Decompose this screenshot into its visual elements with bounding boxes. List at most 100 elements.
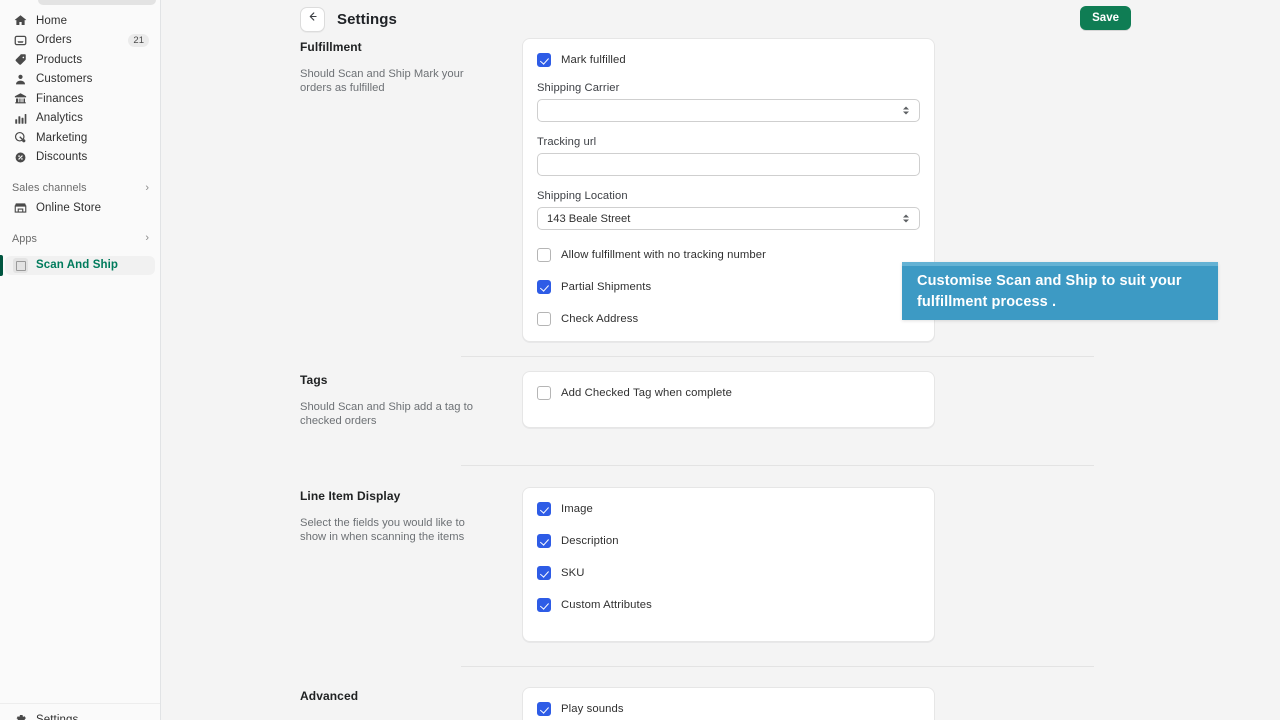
checkbox-box[interactable]: [537, 702, 551, 716]
bar-chart-icon: [12, 110, 28, 126]
orders-count-badge: 21: [128, 34, 149, 47]
fulfillment-card: Mark fulfilled Shipping Carrier Tracking…: [522, 38, 935, 342]
checkbox-label: Partial Shipments: [561, 281, 651, 293]
checkbox-custom-attributes[interactable]: Custom Attributes: [537, 597, 920, 613]
sidebar-item-label: Orders: [36, 33, 72, 47]
sidebar-item-customers[interactable]: Customers: [5, 70, 155, 90]
sidebar-item-scan-and-ship[interactable]: Scan And Ship: [5, 256, 155, 276]
checkbox-allow-no-tracking[interactable]: Allow fulfillment with no tracking numbe…: [537, 247, 920, 263]
checkbox-label: Check Address: [561, 313, 638, 325]
checkbox-box[interactable]: [537, 534, 551, 548]
checkbox-sku[interactable]: SKU: [537, 565, 920, 581]
checkbox-box[interactable]: [537, 248, 551, 262]
checkbox-label: Image: [561, 503, 593, 515]
sidebar-item-label: Home: [36, 14, 67, 28]
sidebar-top-bar: [38, 0, 156, 5]
checkbox-description[interactable]: Description: [537, 533, 920, 549]
save-button[interactable]: Save: [1080, 6, 1131, 30]
checkbox-partial-shipments[interactable]: Partial Shipments: [537, 279, 920, 295]
section-title: Advanced: [300, 689, 502, 703]
chevron-right-icon[interactable]: ›: [145, 233, 149, 244]
checkbox-box[interactable]: [537, 566, 551, 580]
chevron-right-icon[interactable]: ›: [145, 183, 149, 194]
tracking-url-input[interactable]: [537, 153, 920, 176]
back-button[interactable]: [300, 7, 325, 32]
discount-icon: [12, 149, 28, 165]
field-tracking-url: Tracking url: [537, 136, 920, 176]
sidebar-item-online-store[interactable]: Online Store: [5, 198, 155, 218]
sidebar-footer: Settings: [0, 703, 160, 720]
checkbox-box[interactable]: [537, 280, 551, 294]
orders-inbox-icon: [12, 32, 28, 48]
sidebar-group-sales-channels[interactable]: Sales channels ›: [5, 178, 155, 198]
field-label: Tracking url: [537, 136, 920, 148]
shipping-location-select[interactable]: 143 Beale Street: [537, 207, 920, 230]
chevron-updown-icon: [902, 212, 910, 225]
checkbox-label: Allow fulfillment with no tracking numbe…: [561, 249, 766, 261]
home-icon: [12, 13, 28, 29]
megaphone-icon: [12, 130, 28, 146]
checkbox-label: Custom Attributes: [561, 599, 652, 611]
section-header: Tags Should Scan and Ship add a tag to c…: [300, 371, 522, 428]
sidebar-item-settings[interactable]: Settings: [5, 710, 155, 720]
chevron-updown-icon: [902, 104, 910, 117]
section-description: Should Scan and Ship add a tag to checke…: [300, 400, 490, 428]
sidebar-item-label: Products: [36, 53, 82, 67]
app-root: Home Orders 21 Products Customers: [0, 0, 1280, 720]
sidebar-item-home[interactable]: Home: [5, 11, 155, 31]
bank-icon: [12, 91, 28, 107]
checkbox-box[interactable]: [537, 53, 551, 67]
sidebar-item-label: Marketing: [36, 131, 87, 145]
checkbox-box[interactable]: [537, 598, 551, 612]
checkbox-label: Play sounds: [561, 703, 624, 715]
checkbox-label: Mark fulfilled: [561, 54, 626, 66]
sidebar-item-label: Customers: [36, 72, 93, 86]
sidebar-item-orders[interactable]: Orders 21: [5, 31, 155, 51]
sidebar-item-marketing[interactable]: Marketing: [5, 128, 155, 148]
shipping-carrier-select[interactable]: [537, 99, 920, 122]
storefront-icon: [12, 200, 28, 216]
checkbox-label: Description: [561, 535, 619, 547]
section-title: Fulfillment: [300, 40, 502, 54]
sidebar-item-label: Discounts: [36, 150, 87, 164]
section-header: Advanced: [300, 687, 522, 720]
arrow-left-icon: [306, 10, 319, 28]
settings-sections: Fulfillment Should Scan and Ship Mark yo…: [161, 38, 1280, 720]
section-description: Select the fields you would like to show…: [300, 516, 490, 544]
field-shipping-carrier: Shipping Carrier: [537, 82, 920, 122]
main-content: Settings Save Fulfillment Should Scan an…: [161, 0, 1280, 720]
checkbox-box[interactable]: [537, 386, 551, 400]
section-divider: [461, 666, 1094, 667]
sidebar-group-apps[interactable]: Apps ›: [5, 229, 155, 249]
sidebar-item-analytics[interactable]: Analytics: [5, 109, 155, 129]
onboarding-callout[interactable]: Customise Scan and Ship to suit your ful…: [902, 262, 1218, 320]
checkbox-image[interactable]: Image: [537, 501, 920, 517]
section-tags: Tags Should Scan and Ship add a tag to c…: [300, 371, 1280, 428]
field-label: Shipping Carrier: [537, 82, 920, 94]
checkbox-box[interactable]: [537, 502, 551, 516]
sidebar-item-label: Analytics: [36, 111, 83, 125]
app-icon: [12, 257, 28, 273]
gear-icon: [12, 712, 28, 720]
sidebar-item-discounts[interactable]: Discounts: [5, 148, 155, 168]
sidebar-group-label: Apps: [12, 232, 37, 246]
section-description: Should Scan and Ship Mark your orders as…: [300, 67, 490, 95]
section-divider: [461, 356, 1094, 357]
sidebar-item-label: Scan And Ship: [36, 258, 118, 272]
advanced-card: Play sounds Hide Complete Line Items Sav…: [522, 687, 935, 720]
checkbox-label: Add Checked Tag when complete: [561, 387, 732, 399]
checkbox-check-address[interactable]: Check Address: [537, 311, 920, 327]
sidebar-nav: Home Orders 21 Products Customers: [0, 0, 160, 275]
page-title: Settings: [337, 11, 397, 28]
sidebar-item-products[interactable]: Products: [5, 50, 155, 70]
page-header: Settings Save: [161, 0, 1280, 38]
checkbox-play-sounds[interactable]: Play sounds: [537, 701, 920, 717]
checkbox-box[interactable]: [537, 312, 551, 326]
sidebar-item-finances[interactable]: Finances: [5, 89, 155, 109]
tag-icon: [12, 52, 28, 68]
field-shipping-location: Shipping Location 143 Beale Street: [537, 190, 920, 230]
person-icon: [12, 71, 28, 87]
section-divider: [461, 465, 1094, 466]
checkbox-add-checked-tag[interactable]: Add Checked Tag when complete: [537, 385, 920, 401]
checkbox-mark-fulfilled[interactable]: Mark fulfilled: [537, 52, 920, 68]
